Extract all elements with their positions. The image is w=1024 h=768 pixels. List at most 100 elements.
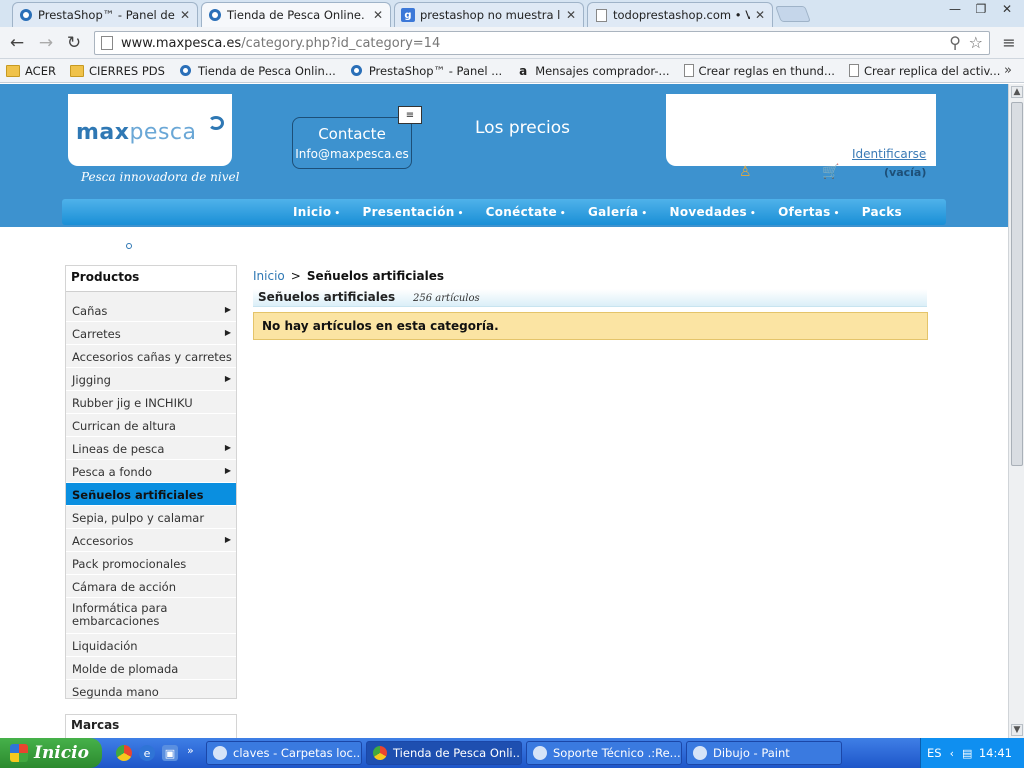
chevron-right-icon: ▶ (224, 374, 231, 383)
close-icon[interactable]: ✕ (179, 8, 191, 22)
browser-tab-3[interactable]: g prestashop no muestra los ar ✕ (394, 2, 584, 27)
browser-tab-1[interactable]: PrestaShop™ - Panel de admi ✕ (12, 2, 198, 27)
scroll-down-icon[interactable]: ▼ (1011, 724, 1023, 736)
reload-icon[interactable]: ↻ (63, 32, 85, 54)
chevron-right-icon: ▶ (224, 535, 231, 544)
sidebar-item-curricán[interactable]: Currican de altura (66, 414, 236, 437)
show-desktop-icon[interactable]: ▣ (162, 745, 178, 761)
sidebar-item-molde[interactable]: Molde de plomada (66, 657, 236, 680)
sidebar-item-camara[interactable]: Cámara de acción (66, 575, 236, 598)
tray-expand-icon[interactable]: ‹ (950, 747, 954, 760)
logo-swoosh-icon (208, 116, 224, 130)
scroll-thumb[interactable] (1011, 102, 1023, 466)
browser-tab-4[interactable]: todoprestashop.com • Ver Te ✕ (587, 2, 773, 27)
contact-box[interactable]: Contacte Info@maxpesca.es (292, 117, 412, 169)
taskbar-item-tienda[interactable]: Tienda de Pesca Onli... (366, 741, 522, 765)
sidebar-item-pesca-fondo[interactable]: Pesca a fondo ▶ (66, 460, 236, 483)
menu-item-ofertas[interactable]: Ofertas • (767, 199, 851, 225)
page-icon (101, 36, 113, 50)
tab-title: todoprestashop.com • Ver Te (613, 8, 750, 22)
bookmark-item[interactable]: a Mensajes comprador-... (516, 64, 669, 78)
paint-icon (693, 746, 707, 760)
maximize-icon[interactable]: ❐ (968, 0, 994, 18)
sidebar-item-informatica[interactable]: Informática para embarcaciones (66, 598, 236, 634)
tab-title: prestashop no muestra los ar (420, 8, 561, 22)
bookmark-item[interactable]: Crear replica del activ... (848, 63, 1001, 78)
breadcrumb: Inicio > Señuelos artificiales (253, 269, 444, 283)
menu-item-conectate[interactable]: Conéctate • (475, 199, 577, 225)
taskbar-item-soporte[interactable]: Soporte Técnico .:Re... (526, 741, 682, 765)
ie-icon[interactable]: e (139, 745, 155, 761)
sidebar-item-rubber-jig[interactable]: Rubber jig e INCHIKU (66, 391, 236, 414)
prestashop-icon (350, 65, 364, 77)
site-slogan: Pesca innovadora de nivel (81, 170, 240, 184)
sidebar-item-pack[interactable]: Pack promocionales (66, 552, 236, 575)
bookmark-label: Crear replica del activ... (863, 63, 1001, 78)
minimize-icon[interactable]: — (942, 0, 968, 18)
scroll-up-icon[interactable]: ▲ (1011, 86, 1023, 98)
bookmark-item[interactable]: CIERRES PDS (69, 64, 165, 78)
forward-arrow-icon[interactable]: → (35, 32, 57, 54)
sidebar-item-canas[interactable]: Cañas ▶ (66, 299, 236, 322)
new-tab-button[interactable] (775, 6, 811, 22)
category-count: 256 artículos (413, 293, 480, 304)
page-scrollbar[interactable]: ▲ ▼ (1008, 84, 1024, 738)
start-button[interactable]: Inicio (0, 738, 102, 768)
category-header: Señuelos artificiales 256 artículos (253, 289, 927, 307)
menu-item-inicio[interactable]: Inicio • (282, 199, 351, 225)
language-indicator[interactable]: ES (927, 746, 942, 760)
prestashop-icon (19, 8, 33, 22)
breadcrumb-home[interactable]: Inicio (253, 269, 285, 283)
chrome-icon[interactable] (116, 745, 132, 761)
menu-icon[interactable]: ≡ (1000, 33, 1018, 52)
logo[interactable]: maxpesca (68, 94, 232, 166)
close-icon[interactable]: ✕ (372, 8, 384, 22)
close-icon[interactable]: ✕ (754, 8, 766, 22)
sidebar-item-senuelos[interactable]: Señuelos artificiales (66, 483, 236, 506)
close-icon[interactable]: ✕ (565, 8, 577, 22)
contact-email[interactable]: Info@maxpesca.es (293, 147, 411, 161)
folder-icon (69, 64, 84, 77)
browser-tab-2[interactable]: Tienda de Pesca Online. Artíc ✕ (201, 2, 391, 27)
sidebar-item-sepia[interactable]: Sepia, pulpo y calamar (66, 506, 236, 529)
contact-title: Contacte (318, 125, 386, 143)
window-controls: — ❐ ✕ (942, 0, 1020, 18)
menu-item-packs[interactable]: Packs (851, 199, 913, 225)
cart-status: (vacía) (884, 166, 927, 179)
sidebar-item-jigging[interactable]: Jigging ▶ (66, 368, 236, 391)
sidebar-item-liquidacion[interactable]: Liquidación (66, 634, 236, 657)
sidebar-item-segunda-mano[interactable]: Segunda mano (66, 680, 236, 703)
windows-logo-icon (10, 744, 28, 762)
slider-dot-icon[interactable] (126, 243, 132, 249)
sidebar-title: Productos (66, 266, 236, 292)
cart-icon[interactable]: 🛒 (822, 164, 839, 180)
google-icon: g (401, 8, 415, 22)
search-icon[interactable]: ⚲ (949, 33, 961, 52)
site-header: maxpesca Pesca innovadora de nivel Conta… (0, 84, 1008, 227)
bookmark-label: Mensajes comprador-... (535, 63, 670, 78)
login-link[interactable]: Identificarse (852, 147, 926, 161)
menu-item-novedades[interactable]: Novedades • (658, 199, 767, 225)
clock: 14:41 (978, 746, 1012, 760)
back-arrow-icon[interactable]: ← (6, 32, 28, 54)
bookmarks-more-icon[interactable]: » (1004, 63, 1012, 78)
star-icon[interactable]: ☆ (969, 33, 983, 52)
sidebar-item-carretes[interactable]: Carretes ▶ (66, 322, 236, 345)
address-bar[interactable]: www.maxpesca.es/category.php?id_category… (94, 31, 990, 55)
menu-item-presentacion[interactable]: Presentación • (351, 199, 474, 225)
bookmark-item[interactable]: PrestaShop™ - Panel ... (350, 64, 502, 78)
taskbar-item-claves[interactable]: claves - Carpetas loc... (206, 741, 362, 765)
sidebar-item-lineas[interactable]: Lineas de pesca ▶ (66, 437, 236, 460)
chevron-right-icon: ▶ (224, 328, 231, 337)
taskbar-item-paint[interactable]: Dibujo - Paint (686, 741, 842, 765)
close-window-icon[interactable]: ✕ (994, 0, 1020, 18)
menu-item-galeria[interactable]: Galería • (577, 199, 659, 225)
quicklaunch-more-icon[interactable]: » (187, 744, 194, 757)
bookmark-item[interactable]: ACER (6, 64, 56, 78)
network-icon[interactable]: ▤ (962, 747, 972, 760)
sidebar-item-accesorios-canas[interactable]: Accesorios cañas y carretes (66, 345, 236, 368)
bookmarks-bar: ACER CIERRES PDS Tienda de Pesca Onlin..… (0, 59, 1024, 83)
sidebar-item-accesorios[interactable]: Accesorios ▶ (66, 529, 236, 552)
bookmark-item[interactable]: Tienda de Pesca Onlin... (179, 64, 336, 78)
bookmark-item[interactable]: Crear reglas en thund... (683, 64, 835, 78)
